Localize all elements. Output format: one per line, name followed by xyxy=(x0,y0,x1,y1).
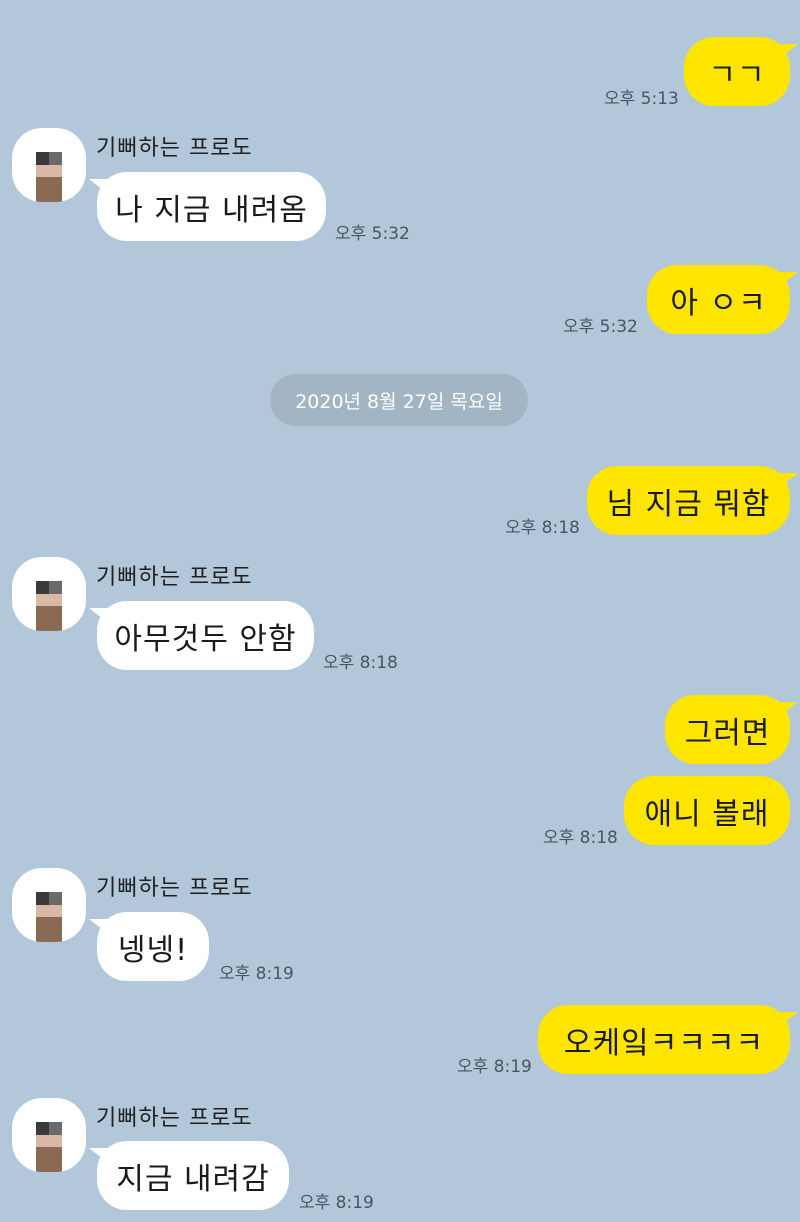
sender-name: 기뻐하는 프로도 xyxy=(96,565,253,590)
message-time: 오후 8:18 xyxy=(323,653,398,673)
avatar[interactable] xyxy=(12,868,86,942)
avatar[interactable] xyxy=(12,557,86,631)
avatar-pixel xyxy=(49,1122,62,1135)
bubble-tail xyxy=(780,473,798,487)
message-bubble[interactable]: 아 ㅇㅋ xyxy=(647,265,790,334)
avatar-pixel xyxy=(36,905,62,917)
bubble-tail xyxy=(89,1148,107,1162)
avatar[interactable] xyxy=(12,1098,86,1172)
sender-name: 기뻐하는 프로도 xyxy=(96,1106,253,1131)
message-bubble[interactable]: 넹넹! xyxy=(97,912,209,981)
avatar-pixel xyxy=(49,152,62,165)
message-time: 오후 8:19 xyxy=(457,1057,532,1077)
message-time: 오후 5:13 xyxy=(604,89,679,109)
avatar-pixel xyxy=(36,1147,62,1172)
message-time: 오후 8:18 xyxy=(543,828,618,848)
bubble-tail xyxy=(89,608,107,622)
bubble-tail xyxy=(780,702,798,716)
message-time: 오후 5:32 xyxy=(335,224,410,244)
bubble-tail xyxy=(89,919,107,933)
avatar-pixel xyxy=(49,892,62,905)
avatar[interactable] xyxy=(12,128,86,202)
bubble-tail xyxy=(780,272,798,286)
avatar-pixel xyxy=(36,1135,62,1147)
message-time: 오후 8:19 xyxy=(299,1193,374,1213)
message-bubble[interactable]: 님 지금 뭐함 xyxy=(587,466,790,535)
message-bubble[interactable]: 나 지금 내려옴 xyxy=(97,172,326,241)
sender-name: 기뻐하는 프로도 xyxy=(96,136,253,161)
avatar-pixel xyxy=(36,917,62,942)
sender-name: 기뻐하는 프로도 xyxy=(96,876,253,901)
avatar-pixel xyxy=(49,581,62,594)
avatar-pixel xyxy=(36,152,49,165)
message-time: 오후 8:18 xyxy=(505,518,580,538)
message-time: 오후 8:19 xyxy=(219,964,294,984)
avatar-pixel xyxy=(36,606,62,631)
message-bubble[interactable]: 아무것두 안함 xyxy=(97,601,314,670)
bubble-tail xyxy=(89,179,107,193)
avatar-pixel xyxy=(36,165,62,177)
avatar-pixel xyxy=(36,581,49,594)
avatar-pixel xyxy=(36,892,49,905)
avatar-pixel xyxy=(36,177,62,202)
date-divider: 2020년 8월 27일 목요일 xyxy=(270,374,528,426)
message-bubble[interactable]: ㄱㄱ xyxy=(684,37,790,106)
bubble-tail xyxy=(780,44,798,58)
avatar-pixel xyxy=(36,594,62,606)
message-bubble[interactable]: 오케잌ㅋㅋㅋㅋ xyxy=(538,1005,790,1074)
avatar-pixel xyxy=(36,1122,49,1135)
message-time: 오후 5:32 xyxy=(563,317,638,337)
bubble-tail xyxy=(780,1012,798,1026)
message-bubble[interactable]: 애니 볼래 xyxy=(624,776,790,845)
message-bubble[interactable]: 그러면 xyxy=(665,695,790,764)
message-bubble[interactable]: 지금 내려감 xyxy=(97,1141,289,1210)
